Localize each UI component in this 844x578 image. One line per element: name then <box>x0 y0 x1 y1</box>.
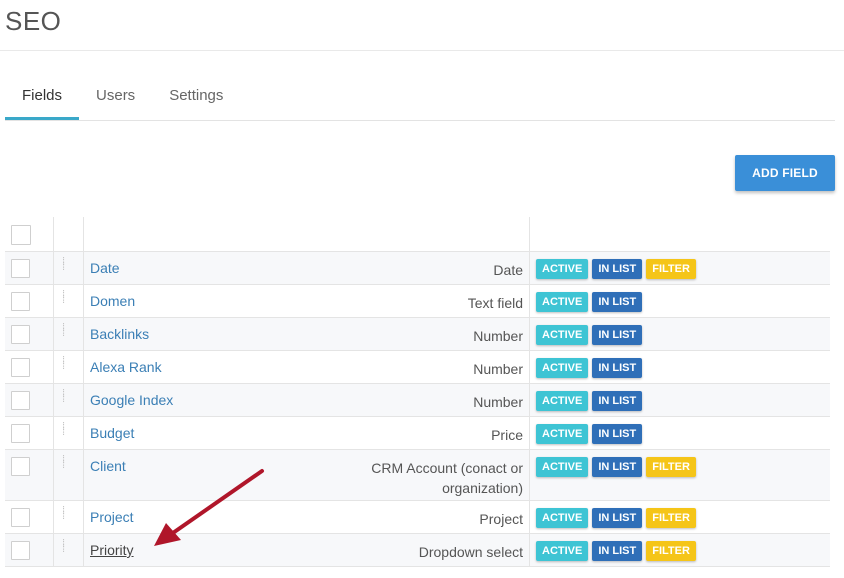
drag-handle-icon[interactable]: ⁞ ⁞ <box>62 455 65 471</box>
table-row: ⁞ ⁞ Domen Text field ACTIVE IN LIST <box>5 285 830 318</box>
table-row: ⁞ ⁞ Client CRM Account (conact or organiz… <box>5 450 830 501</box>
filter-badge: FILTER <box>646 259 696 279</box>
filter-badge: FILTER <box>646 457 696 477</box>
active-badge: ACTIVE <box>536 358 589 378</box>
filter-badge: FILTER <box>646 541 696 561</box>
title-divider <box>0 50 844 51</box>
field-type: Dropdown select <box>268 534 530 566</box>
active-badge: ACTIVE <box>536 292 589 312</box>
table-row: ⁞ ⁞ Google Index Number ACTIVE IN LIST <box>5 384 830 417</box>
in-list-badge: IN LIST <box>592 358 643 378</box>
drag-handle-icon[interactable]: ⁞ ⁞ <box>62 290 65 306</box>
active-badge: ACTIVE <box>536 424 589 444</box>
active-badge: ACTIVE <box>536 508 589 528</box>
in-list-badge: IN LIST <box>592 508 643 528</box>
row-checkbox[interactable] <box>11 292 30 311</box>
active-badge: ACTIVE <box>536 325 589 345</box>
row-checkbox[interactable] <box>11 325 30 344</box>
table-row: ⁞ ⁞ Budget Price ACTIVE IN LIST <box>5 417 830 450</box>
page-title: SEO <box>5 6 62 36</box>
active-badge: ACTIVE <box>536 259 589 279</box>
field-name-link[interactable]: Budget <box>84 417 268 449</box>
table-row: ⁞ ⁞ Priority Dropdown select ACTIVE IN LI… <box>5 534 830 567</box>
add-field-button[interactable]: ADD FIELD <box>735 155 835 191</box>
drag-handle-icon[interactable]: ⁞ ⁞ <box>62 539 65 555</box>
in-list-badge: IN LIST <box>592 325 643 345</box>
active-badge: ACTIVE <box>536 391 589 411</box>
field-type-line-1: CRM Account (conact or <box>371 460 523 476</box>
in-list-badge: IN LIST <box>592 259 643 279</box>
row-checkbox[interactable] <box>11 358 30 377</box>
field-type: Number <box>268 351 530 383</box>
field-type: Number <box>268 318 530 350</box>
in-list-badge: IN LIST <box>592 424 643 444</box>
active-badge: ACTIVE <box>536 541 589 561</box>
drag-handle-icon[interactable]: ⁞ ⁞ <box>62 422 65 438</box>
active-badge: ACTIVE <box>536 457 589 477</box>
field-name-link[interactable]: Google Index <box>84 384 268 416</box>
drag-handle-icon[interactable]: ⁞ ⁞ <box>62 506 65 522</box>
field-name-link[interactable]: Domen <box>84 285 268 317</box>
row-checkbox[interactable] <box>11 508 30 527</box>
row-checkbox[interactable] <box>11 259 30 278</box>
tab-bar: Fields Users Settings <box>5 78 835 121</box>
table-row: ⁞ ⁞ Project Project ACTIVE IN LIST FILTER <box>5 501 830 534</box>
row-checkbox[interactable] <box>11 391 30 410</box>
in-list-badge: IN LIST <box>592 391 643 411</box>
table-header-row <box>5 217 830 252</box>
field-name-link[interactable]: Date <box>84 252 268 284</box>
in-list-badge: IN LIST <box>592 292 643 312</box>
field-type-line-2: organization) <box>442 480 523 496</box>
select-all-checkbox[interactable] <box>11 225 31 245</box>
row-checkbox[interactable] <box>11 541 30 560</box>
annotation-arrow-icon <box>154 469 264 546</box>
field-type: Number <box>268 384 530 416</box>
in-list-badge: IN LIST <box>592 541 643 561</box>
filter-badge: FILTER <box>646 508 696 528</box>
field-type: Project <box>268 501 530 533</box>
table-row: ⁞ ⁞ Date Date ACTIVE IN LIST FILTER <box>5 252 830 285</box>
drag-handle-icon[interactable]: ⁞ ⁞ <box>62 356 65 372</box>
field-name-link[interactable]: Alexa Rank <box>84 351 268 383</box>
in-list-badge: IN LIST <box>592 457 643 477</box>
fields-table: ⁞ ⁞ Date Date ACTIVE IN LIST FILTER ⁞ ⁞ Do… <box>5 217 830 567</box>
tab-users[interactable]: Users <box>79 78 152 120</box>
field-name-link[interactable]: Priority <box>90 542 134 558</box>
tab-settings[interactable]: Settings <box>152 78 240 120</box>
table-row: ⁞ ⁞ Backlinks Number ACTIVE IN LIST <box>5 318 830 351</box>
field-type: Price <box>268 417 530 449</box>
table-row: ⁞ ⁞ Alexa Rank Number ACTIVE IN LIST <box>5 351 830 384</box>
field-type: Date <box>268 252 530 284</box>
field-name-link[interactable]: Backlinks <box>84 318 268 350</box>
row-checkbox[interactable] <box>11 457 30 476</box>
tab-fields[interactable]: Fields <box>5 78 80 120</box>
drag-handle-icon[interactable]: ⁞ ⁞ <box>62 389 65 405</box>
field-type: CRM Account (conact or organization) <box>268 450 530 500</box>
drag-handle-icon[interactable]: ⁞ ⁞ <box>62 323 65 339</box>
drag-handle-icon[interactable]: ⁞ ⁞ <box>62 257 65 273</box>
field-type: Text field <box>268 285 530 317</box>
row-checkbox[interactable] <box>11 424 30 443</box>
